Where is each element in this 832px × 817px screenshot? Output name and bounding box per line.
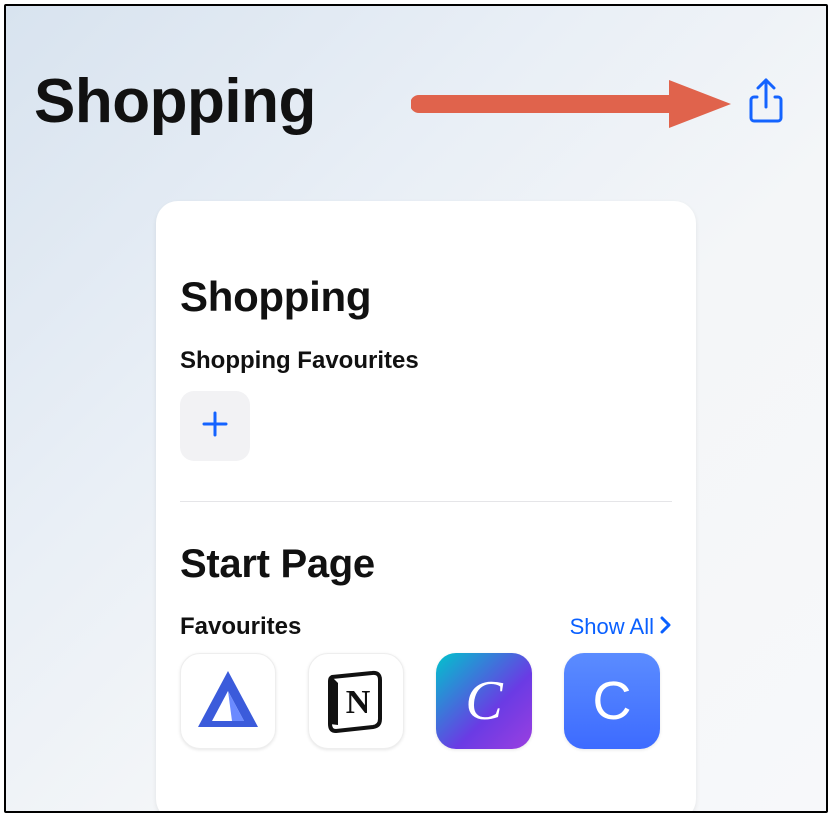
page-title: Shopping	[34, 66, 316, 137]
adobe-icon	[192, 663, 264, 740]
favourites-label: Favourites	[180, 613, 301, 641]
show-all-button[interactable]: Show All	[570, 614, 672, 640]
start-page-title: Start Page	[180, 542, 672, 587]
shopping-favourites-label: Shopping Favourites	[180, 347, 672, 375]
favourite-app-canva[interactable]: C	[436, 653, 532, 749]
annotation-arrow	[411, 74, 731, 134]
add-favourite-button[interactable]	[180, 391, 250, 461]
chevron-right-icon	[658, 614, 672, 640]
app-frame: Shopping Shopping Shopping Favourites	[4, 4, 828, 813]
favourites-grid: N C C	[180, 653, 672, 749]
card-title: Shopping	[180, 273, 672, 321]
content-card: Shopping Shopping Favourites Start Page …	[156, 201, 696, 813]
canva-icon: C	[465, 669, 502, 733]
share-button[interactable]	[742, 74, 790, 130]
favourite-app-coinbase[interactable]: C	[564, 653, 660, 749]
svg-text:N: N	[346, 684, 371, 721]
plus-icon	[200, 409, 230, 444]
notion-icon: N	[320, 663, 392, 740]
share-icon	[746, 75, 786, 130]
favourite-app-adobe[interactable]	[180, 653, 276, 749]
coinbase-icon: C	[593, 670, 632, 732]
show-all-label: Show All	[570, 614, 654, 640]
favourite-app-notion[interactable]: N	[308, 653, 404, 749]
section-divider	[180, 501, 672, 502]
